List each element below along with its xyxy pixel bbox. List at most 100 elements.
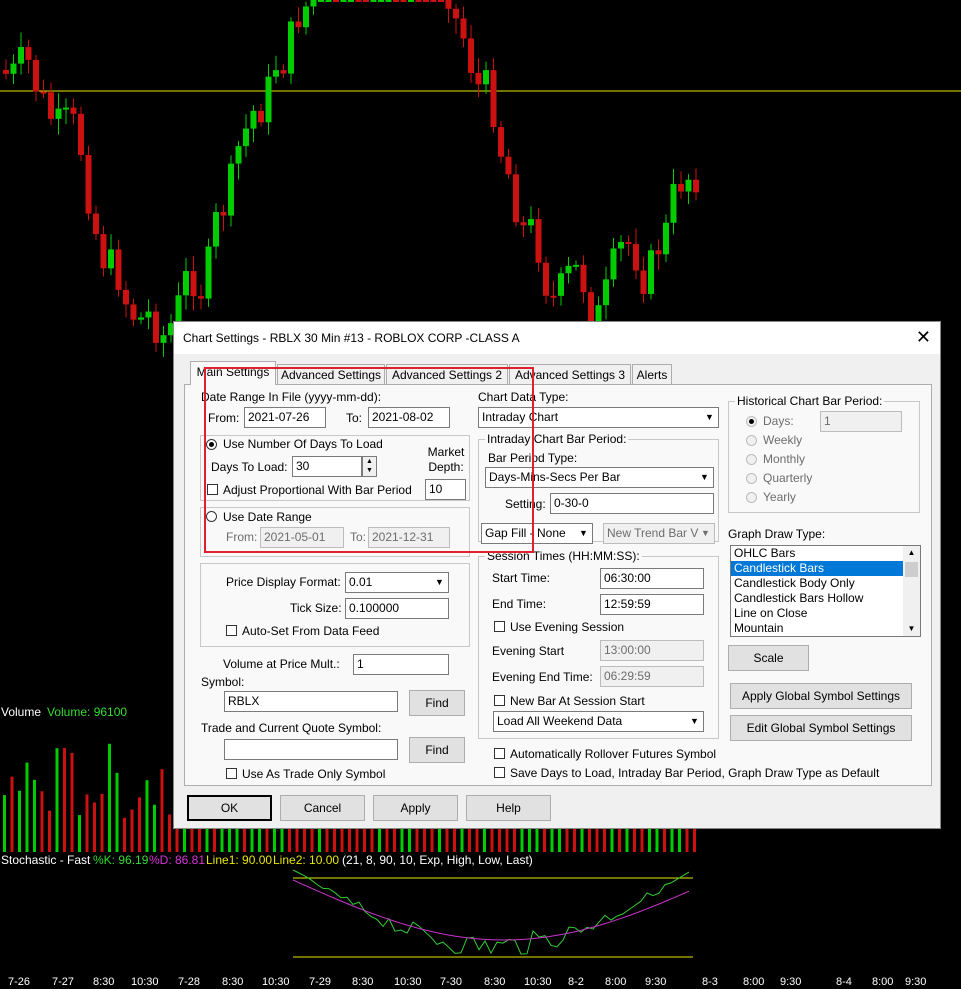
- candle-body: [198, 296, 204, 299]
- apply-button[interactable]: Apply: [373, 795, 458, 821]
- graph-draw-item[interactable]: Line on Close: [731, 606, 903, 621]
- autoset-checkbox[interactable]: [226, 625, 237, 636]
- cancel-button[interactable]: Cancel: [280, 795, 365, 821]
- volume-mult-field[interactable]: 1: [353, 654, 449, 675]
- hist-weekly-radio[interactable]: [746, 435, 757, 446]
- candle-body: [655, 250, 662, 255]
- hist-days-radio[interactable]: [746, 416, 757, 427]
- volume-bar: [160, 769, 164, 852]
- candle-body: [243, 128, 249, 147]
- scale-button[interactable]: Scale: [728, 645, 809, 671]
- candle-body: [265, 76, 272, 123]
- highlight-annotation-box: [204, 367, 534, 553]
- candle-body: [558, 273, 564, 296]
- candle-body: [550, 295, 557, 298]
- tab-alerts[interactable]: Alerts: [632, 364, 672, 384]
- volume-bar: [85, 794, 89, 852]
- find-symbol-button[interactable]: Find: [409, 690, 465, 716]
- save-default-label: Save Days to Load, Intraday Bar Period, …: [510, 766, 880, 780]
- volume-bar: [40, 791, 44, 852]
- weekend-data-select[interactable]: Load All Weekend Data ▼: [493, 711, 704, 732]
- evening-session-checkbox[interactable]: [494, 621, 505, 632]
- find-trade-symbol-button[interactable]: Find: [409, 737, 465, 763]
- hist-monthly-label: Monthly: [763, 452, 806, 466]
- graph-draw-item[interactable]: Candlestick Body Only: [731, 576, 903, 591]
- volume-bar: [63, 748, 66, 852]
- candle-body: [355, 0, 362, 2]
- scroll-down-icon[interactable]: ▼: [903, 622, 920, 636]
- hist-weekly-label: Weekly: [763, 433, 803, 447]
- candle-body: [10, 63, 17, 74]
- graph-draw-list[interactable]: OHLC Bars Candlestick Bars Candlestick Bod…: [730, 545, 921, 637]
- time-axis-label: 8:00: [605, 976, 627, 988]
- volume-bar: [123, 817, 126, 852]
- graph-draw-item[interactable]: OHLC Bars: [731, 546, 903, 561]
- candle-body: [633, 244, 639, 271]
- close-icon[interactable]: ✕: [916, 327, 931, 347]
- candle-body: [55, 108, 62, 119]
- time-axis-label: 7-26: [8, 976, 31, 988]
- price-format-select[interactable]: 0.01 ▼: [345, 572, 449, 593]
- candle-body: [123, 289, 129, 305]
- time-axis-label: 8-3: [702, 976, 718, 988]
- trade-only-checkbox[interactable]: [226, 768, 237, 779]
- start-time-field[interactable]: 06:30:00: [600, 568, 704, 589]
- price-format-value: 0.01: [349, 575, 373, 589]
- trade-symbol-label: Trade and Current Quote Symbol:: [201, 721, 382, 735]
- candle-body: [228, 163, 234, 216]
- candle-body: [498, 127, 504, 157]
- candle-body: [40, 91, 47, 94]
- candle-body: [70, 107, 77, 114]
- historical-period-label: Historical Chart Bar Period:: [735, 394, 885, 408]
- hist-quarterly-label: Quarterly: [763, 471, 813, 485]
- candle-body: [505, 156, 512, 175]
- graph-draw-scrollbar[interactable]: ▲ ▼: [903, 546, 920, 636]
- candle-body: [678, 184, 684, 192]
- trade-symbol-field[interactable]: [224, 739, 398, 760]
- setting-field[interactable]: 0-30-0: [550, 493, 714, 514]
- graph-draw-item[interactable]: Mountain: [731, 621, 903, 636]
- chevron-down-icon: ▼: [579, 528, 588, 538]
- start-time-label: Start Time:: [492, 571, 551, 585]
- new-trend-select[interactable]: New Trend Bar V ▼: [603, 523, 715, 544]
- tick-size-field[interactable]: 0.100000: [345, 598, 449, 619]
- end-time-field[interactable]: 12:59:59: [600, 594, 704, 615]
- new-bar-checkbox[interactable]: [494, 695, 505, 706]
- candle-body: [385, 0, 392, 2]
- hist-quarterly-radio[interactable]: [746, 473, 757, 484]
- candle-body: [490, 70, 497, 128]
- evening-end-field[interactable]: 06:29:59: [600, 666, 704, 687]
- apply-global-settings-button[interactable]: Apply Global Symbol Settings: [730, 683, 912, 709]
- evening-end-label: Evening End Time:: [492, 670, 593, 684]
- edit-global-settings-button[interactable]: Edit Global Symbol Settings: [730, 715, 912, 741]
- candle-body: [625, 241, 632, 245]
- time-axis-label: 8:30: [93, 976, 115, 988]
- hist-days-field[interactable]: 1: [820, 411, 902, 432]
- hist-yearly-radio[interactable]: [746, 492, 757, 503]
- stochastic-k-line: [292, 869, 690, 955]
- auto-rollover-checkbox[interactable]: [494, 748, 505, 759]
- graph-draw-item[interactable]: Candlestick Bars: [731, 561, 903, 576]
- candle-body: [78, 113, 84, 155]
- stochastic-d-line: [292, 879, 690, 941]
- scroll-up-icon[interactable]: ▲: [903, 546, 920, 560]
- end-time-label: End Time:: [492, 597, 547, 611]
- volume-value: Volume: 96100: [47, 705, 128, 719]
- symbol-label: Symbol:: [201, 675, 245, 689]
- tick-size-label: Tick Size:: [290, 601, 342, 615]
- candle-body: [648, 250, 654, 294]
- help-button[interactable]: Help: [466, 795, 551, 821]
- hist-monthly-radio[interactable]: [746, 454, 757, 465]
- ok-button[interactable]: OK: [187, 795, 272, 821]
- symbol-field[interactable]: RBLX: [224, 691, 398, 712]
- candle-body: [33, 59, 39, 92]
- chevron-down-icon: ▼: [435, 577, 444, 587]
- scroll-thumb[interactable]: [905, 562, 918, 577]
- dialog-titlebar[interactable]: Chart Settings - RBLX 30 Min #13 - ROBLO…: [174, 322, 940, 354]
- candle-body: [445, 0, 452, 9]
- volume-bar: [10, 776, 14, 852]
- graph-draw-item[interactable]: Candlestick Bars Hollow: [731, 591, 903, 606]
- evening-start-field[interactable]: 13:00:00: [600, 640, 704, 661]
- volume-bar: [168, 814, 171, 852]
- save-default-checkbox[interactable]: [494, 767, 505, 778]
